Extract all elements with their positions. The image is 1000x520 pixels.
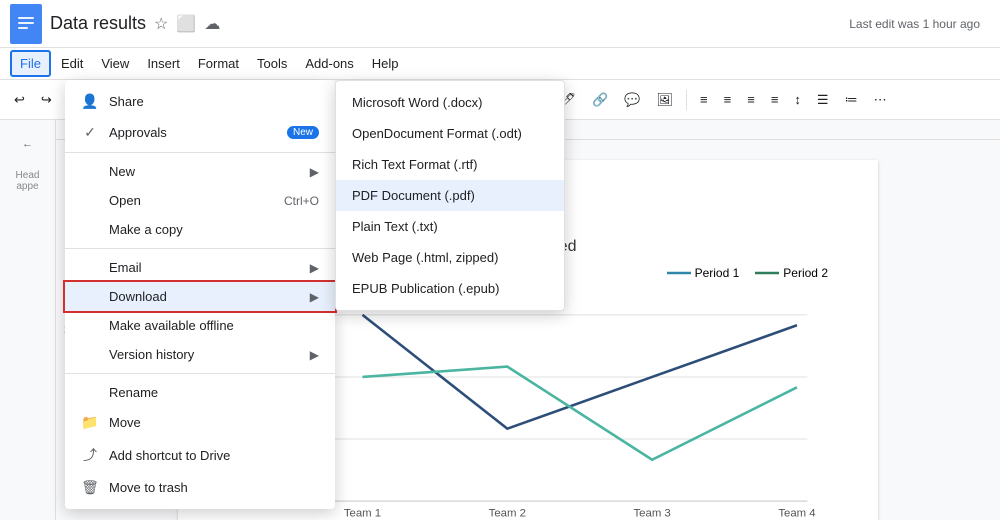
copy-label: Make a copy: [109, 222, 183, 237]
menu-help[interactable]: Help: [364, 52, 407, 75]
svg-text:Team 1: Team 1: [344, 508, 381, 520]
new-badge: New: [287, 126, 319, 139]
download-pdf[interactable]: PDF Document (.pdf): [336, 180, 564, 211]
open-label: Open: [109, 193, 141, 208]
cloud-icon[interactable]: ☁: [204, 14, 220, 34]
svg-text:Team 3: Team 3: [634, 508, 671, 520]
svg-text:Team 4: Team 4: [778, 508, 815, 520]
legend-period1-label: Period 1: [695, 266, 740, 280]
rename-label: Rename: [109, 385, 158, 400]
download-arrow-icon: ▶: [310, 290, 319, 304]
download-html[interactable]: Web Page (.html, zipped): [336, 242, 564, 273]
doc-title: Data results: [50, 13, 146, 34]
align-right-button[interactable]: ≡: [741, 89, 761, 110]
separator-2: [65, 248, 335, 249]
menu-item-approvals[interactable]: ✓ Approvals New: [65, 117, 335, 148]
open-shortcut: Ctrl+O: [284, 194, 319, 208]
menu-item-email[interactable]: Email ▶: [65, 253, 335, 282]
menu-edit[interactable]: Edit: [53, 52, 91, 75]
approvals-icon: ✓: [81, 124, 99, 141]
align-left-button[interactable]: ≡: [694, 89, 714, 110]
link-button[interactable]: 🔗: [586, 89, 614, 111]
sidebar-back-button[interactable]: ←: [10, 130, 46, 158]
menu-bar: File Edit View Insert Format Tools Add-o…: [0, 48, 1000, 80]
shortcut-icon: ⤴: [81, 445, 99, 465]
menu-item-trash[interactable]: 🗑 Move to trash: [65, 472, 335, 503]
move-label: Move: [109, 415, 141, 430]
comment-button[interactable]: 💬: [618, 89, 646, 111]
doc-info: Data results ☆ ⬜ ☁: [50, 13, 220, 34]
line-spacing-button[interactable]: ↕: [788, 89, 807, 110]
menu-tools[interactable]: Tools: [249, 52, 295, 75]
menu-item-rename[interactable]: Rename: [65, 378, 335, 407]
approvals-label: Approvals: [109, 125, 167, 140]
new-label: New: [109, 164, 135, 179]
download-rtf[interactable]: Rich Text Format (.rtf): [336, 149, 564, 180]
download-docx[interactable]: Microsoft Word (.docx): [336, 87, 564, 118]
separator-3: [65, 373, 335, 374]
menu-item-share[interactable]: 👤 Share: [65, 86, 335, 117]
doc-icon: [10, 4, 42, 44]
list-numbered-button[interactable]: ≔: [839, 89, 864, 111]
menu-item-version-history[interactable]: Version history ▶: [65, 340, 335, 369]
more-options-button[interactable]: ⋯: [868, 89, 893, 111]
shortcut-label: Add shortcut to Drive: [109, 448, 230, 463]
menu-format[interactable]: Format: [190, 52, 247, 75]
menu-item-shortcut[interactable]: ⤴ Add shortcut to Drive: [65, 438, 335, 472]
sidebar: ← Headappe: [0, 120, 56, 520]
move-icon: 📁: [81, 414, 99, 431]
email-label: Email: [109, 260, 142, 275]
redo-button[interactable]: ↪: [35, 89, 58, 111]
align-center-button[interactable]: ≡: [718, 89, 738, 110]
download-txt[interactable]: Plain Text (.txt): [336, 211, 564, 242]
share-icon: 👤: [81, 93, 99, 110]
menu-insert[interactable]: Insert: [139, 52, 188, 75]
download-odt[interactable]: OpenDocument Format (.odt): [336, 118, 564, 149]
menu-item-new[interactable]: New ▶: [65, 157, 335, 186]
image-button[interactable]: 🖼: [651, 89, 680, 111]
trash-label: Move to trash: [109, 480, 188, 495]
legend-period2: Period 2: [755, 266, 828, 280]
toolbar-divider-5: [686, 90, 687, 110]
version-arrow-icon: ▶: [310, 348, 319, 362]
menu-item-offline[interactable]: Make available offline: [65, 311, 335, 340]
download-label: Download: [109, 289, 167, 304]
menu-item-open[interactable]: Open Ctrl+O: [65, 186, 335, 215]
list-bullet-button[interactable]: ☰: [811, 89, 835, 111]
undo-button[interactable]: ↩: [8, 89, 31, 111]
menu-addons[interactable]: Add-ons: [297, 52, 361, 75]
sidebar-label: Headappe: [12, 166, 44, 196]
separator-1: [65, 152, 335, 153]
version-label: Version history: [109, 347, 194, 362]
menu-item-move[interactable]: 📁 Move: [65, 407, 335, 438]
menu-file[interactable]: File: [10, 50, 51, 77]
new-arrow-icon: ▶: [310, 165, 319, 179]
download-submenu: Microsoft Word (.docx) OpenDocument Form…: [335, 80, 565, 311]
folder-icon[interactable]: ⬜: [176, 14, 196, 34]
menu-item-download[interactable]: Download ▶: [65, 282, 335, 311]
trash-icon: 🗑: [81, 479, 99, 496]
top-bar: Data results ☆ ⬜ ☁ Last edit was 1 hour …: [0, 0, 1000, 48]
legend-period2-label: Period 2: [783, 266, 828, 280]
last-edit-text: Last edit was 1 hour ago: [849, 17, 990, 31]
email-arrow-icon: ▶: [310, 261, 319, 275]
legend-period1: Period 1: [667, 266, 740, 280]
star-icon[interactable]: ☆: [154, 14, 168, 34]
menu-view[interactable]: View: [93, 52, 137, 75]
file-menu: 👤 Share ✓ Approvals New New ▶ Open Ctrl+…: [65, 80, 335, 509]
share-label: Share: [109, 94, 144, 109]
menu-item-copy[interactable]: Make a copy: [65, 215, 335, 244]
align-justify-button[interactable]: ≡: [765, 89, 785, 110]
offline-label: Make available offline: [109, 318, 234, 333]
svg-text:Team 2: Team 2: [489, 508, 526, 520]
download-epub[interactable]: EPUB Publication (.epub): [336, 273, 564, 304]
